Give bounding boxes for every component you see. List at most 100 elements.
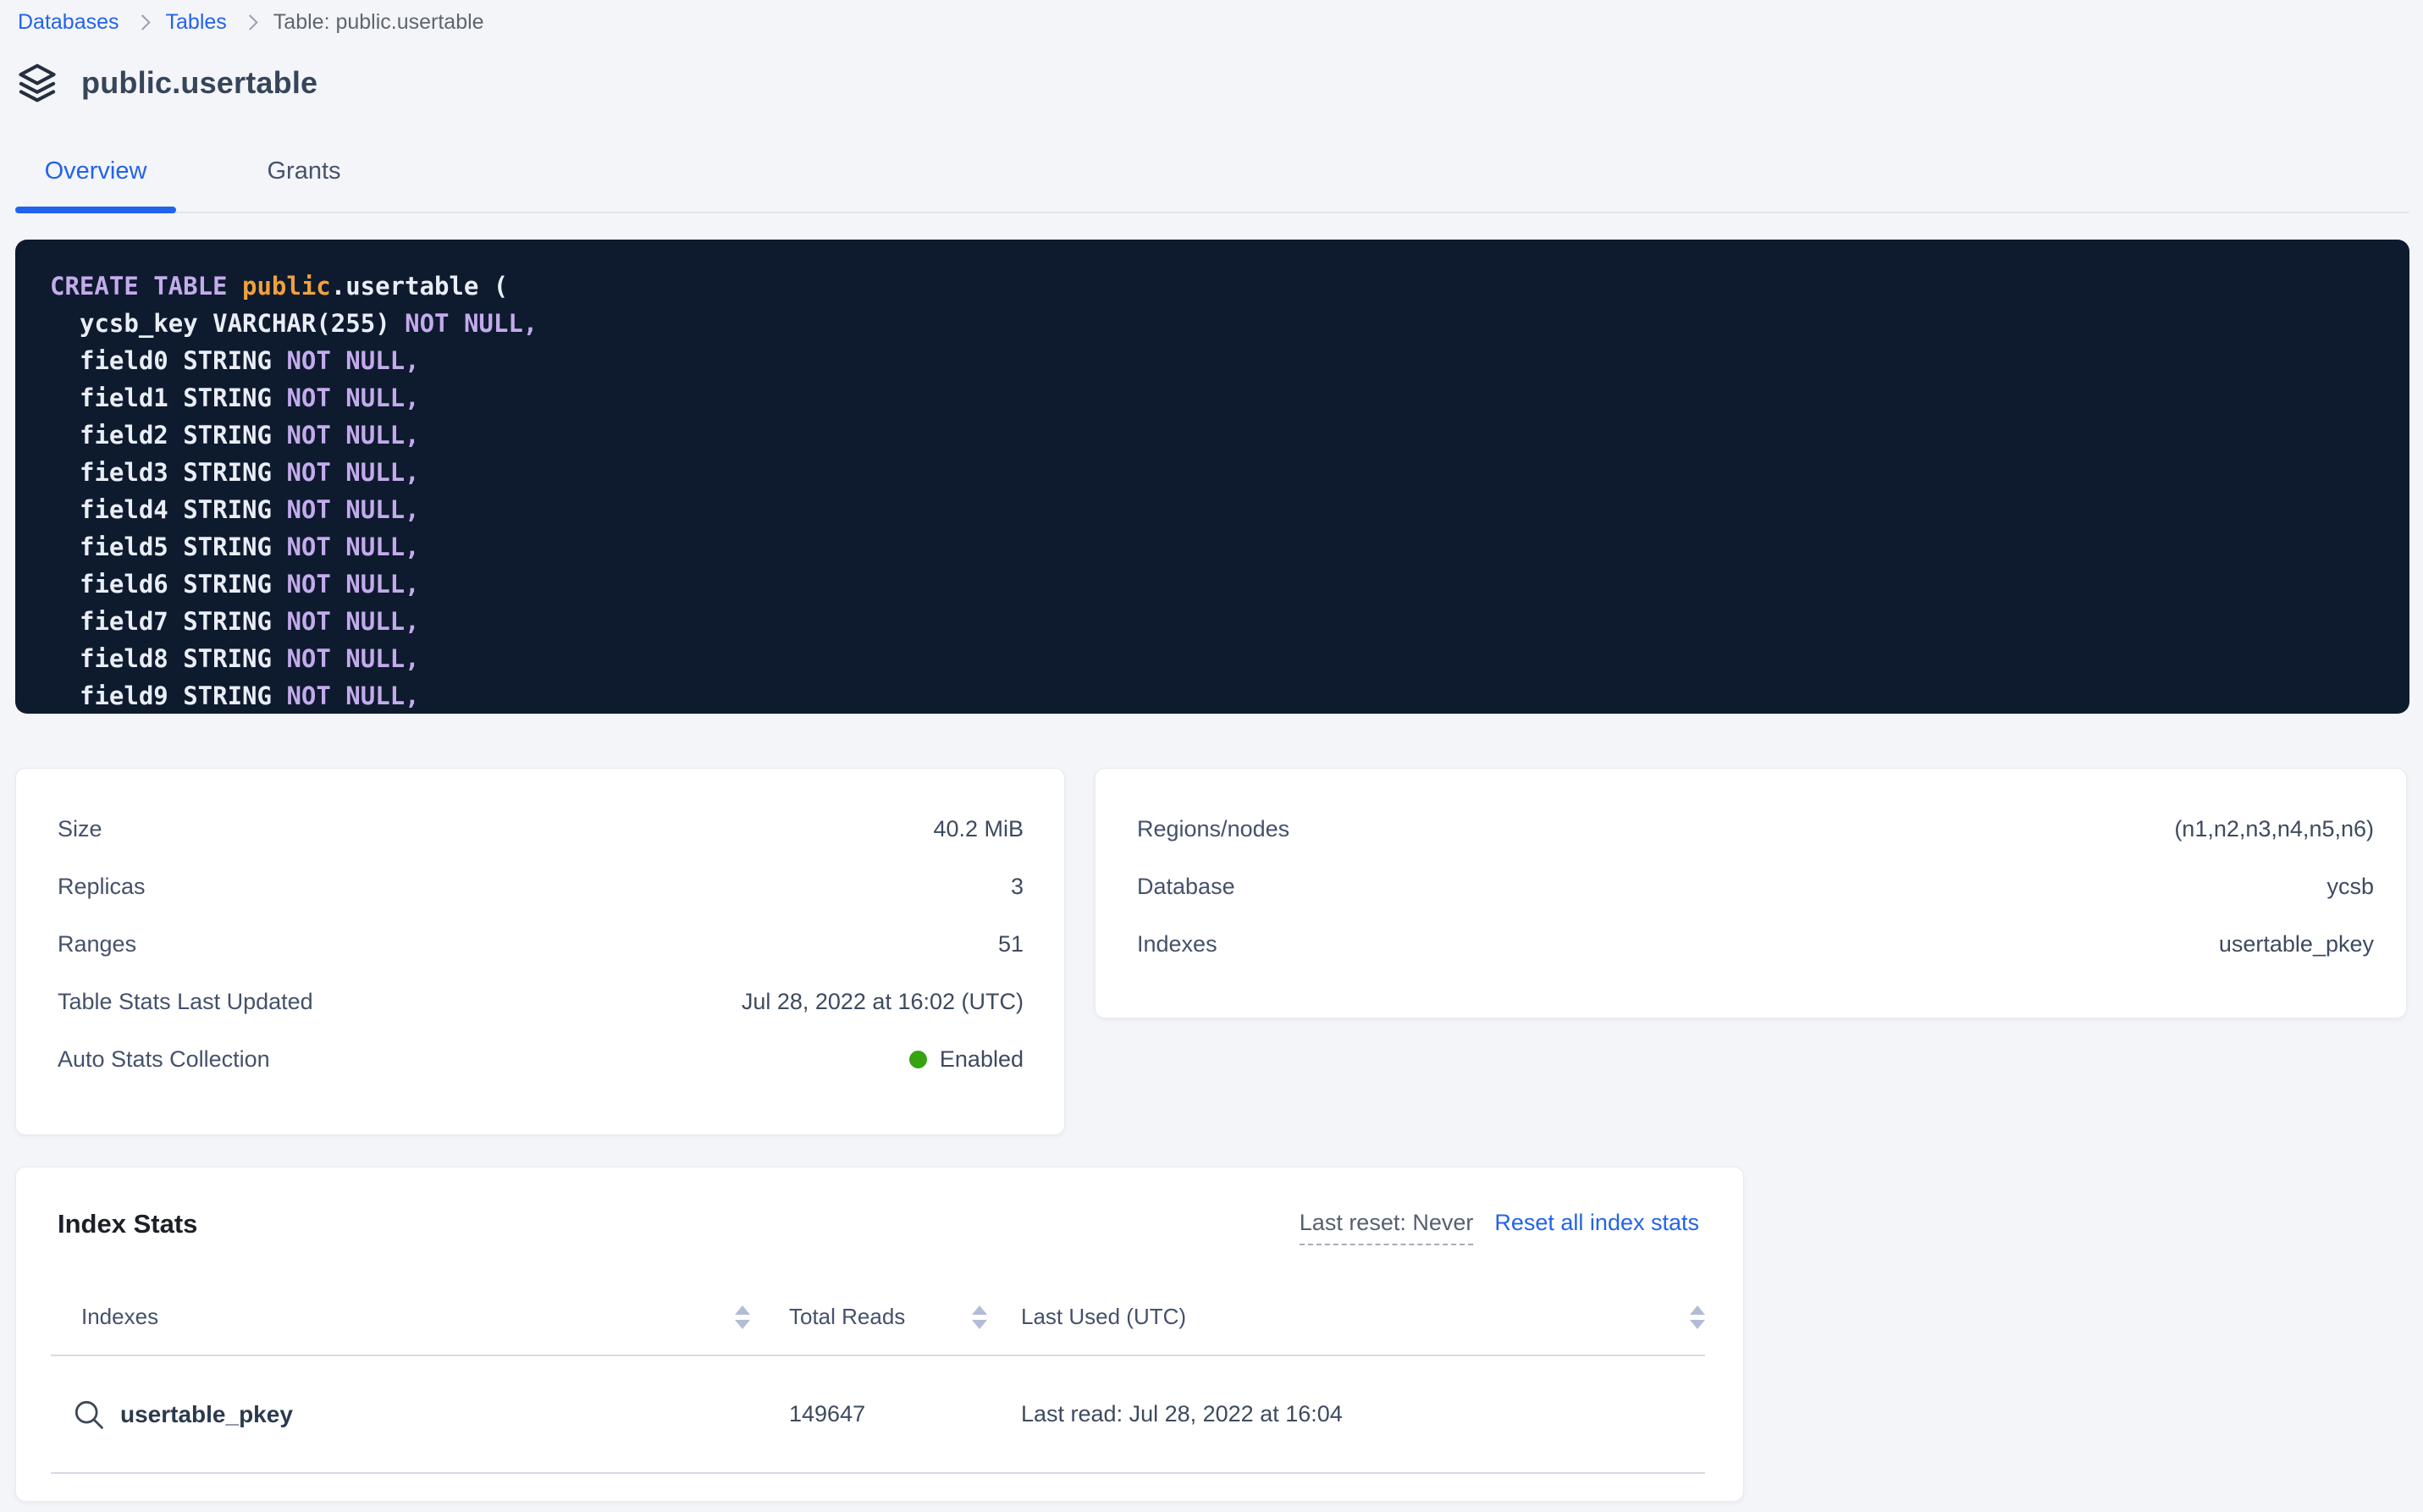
tab-bar: Overview Grants xyxy=(15,157,369,185)
sql-column-def: field8 STRING xyxy=(80,644,286,673)
sql-keyword: NOT NULL, xyxy=(286,458,419,487)
reset-all-index-stats-link[interactable]: Reset all index stats xyxy=(1494,1210,1699,1236)
table-stack-icon xyxy=(15,61,59,105)
stat-row-replicas: Replicas 3 xyxy=(16,858,1064,915)
sort-icon[interactable] xyxy=(1690,1305,1705,1329)
sql-column-def: ycsb_key VARCHAR(255) xyxy=(80,309,405,338)
sql-keyword: NOT NULL, xyxy=(286,570,419,599)
stat-value: ycsb xyxy=(2326,874,2374,900)
stat-row-size: Size 40.2 MiB xyxy=(16,800,1064,858)
last-used-value: Last read: Jul 28, 2022 at 16:04 xyxy=(1021,1401,1343,1427)
sql-line: field7 STRING NOT NULL, xyxy=(50,603,2409,640)
sql-line: field6 STRING NOT NULL, xyxy=(50,566,2409,603)
sql-line: field5 STRING NOT NULL, xyxy=(50,528,2409,566)
sql-column-def: field0 STRING xyxy=(80,346,286,375)
breadcrumb-databases[interactable]: Databases xyxy=(18,10,119,35)
last-reset-label: Last reset: Never xyxy=(1300,1210,1474,1245)
status-text: Enabled xyxy=(940,1046,1024,1073)
table-location-card: Regions/nodes (n1,n2,n3,n4,n5,n6) Databa… xyxy=(1095,768,2407,1018)
sql-keyword: NOT NULL, xyxy=(286,346,419,375)
status-enabled-dot-icon xyxy=(909,1051,927,1068)
stat-value: Jul 28, 2022 at 16:02 (UTC) xyxy=(742,989,1024,1015)
last-used-cell: Last read: Jul 28, 2022 at 16:04 xyxy=(1004,1401,1705,1427)
stat-value: (n1,n2,n3,n4,n5,n6) xyxy=(2174,816,2374,842)
stat-row-stats-updated: Table Stats Last Updated Jul 28, 2022 at… xyxy=(16,973,1064,1030)
total-reads-value: 149647 xyxy=(789,1401,865,1427)
index-stats-card: Index Stats Last reset: Never Reset all … xyxy=(15,1167,1744,1502)
sql-schema-name: public xyxy=(242,272,331,301)
breadcrumb-tables[interactable]: Tables xyxy=(166,10,227,35)
stat-label: Regions/nodes xyxy=(1137,816,1289,842)
index-stats-table-header: Indexes Total Reads Last Used (UTC) xyxy=(51,1279,1705,1356)
sql-line: ycsb_key VARCHAR(255) NOT NULL, xyxy=(50,305,2409,342)
sql-line: field0 STRING NOT NULL, xyxy=(50,342,2409,379)
chevron-right-icon xyxy=(135,14,150,30)
sql-keyword: NOT NULL, xyxy=(286,421,419,450)
column-label: Total Reads xyxy=(789,1304,905,1330)
column-label: Last Used (UTC) xyxy=(1021,1304,1186,1330)
stat-value: 3 xyxy=(1011,874,1024,900)
stat-label: Size xyxy=(58,816,102,842)
stat-row-regions: Regions/nodes (n1,n2,n3,n4,n5,n6) xyxy=(1096,800,2406,858)
stat-label: Table Stats Last Updated xyxy=(58,989,313,1015)
column-header-indexes[interactable]: Indexes xyxy=(81,1304,750,1330)
index-stats-actions: Last reset: Never Reset all index stats xyxy=(1300,1210,1699,1245)
sql-line: field9 STRING NOT NULL, xyxy=(50,677,2409,714)
column-header-last-used[interactable]: Last Used (UTC) xyxy=(1004,1304,1705,1330)
column-label: Indexes xyxy=(81,1304,158,1330)
sql-column-def: field9 STRING xyxy=(80,682,286,710)
table-details-card: Size 40.2 MiB Replicas 3 Ranges 51 Table… xyxy=(15,768,1065,1135)
sql-column-def: field5 STRING xyxy=(80,533,286,561)
sql-line: field1 STRING NOT NULL, xyxy=(50,379,2409,417)
stat-row-indexes: Indexes usertable_pkey xyxy=(1096,915,2406,973)
index-name-wrap: usertable_pkey xyxy=(81,1397,293,1432)
tab-overview[interactable]: Overview xyxy=(15,157,176,185)
stat-row-auto-stats: Auto Stats Collection Enabled xyxy=(16,1030,1064,1088)
page-header: public.usertable xyxy=(15,61,317,105)
sql-line: field2 STRING NOT NULL, xyxy=(50,417,2409,454)
active-tab-underline xyxy=(15,207,176,213)
sql-keyword: NOT NULL, xyxy=(405,309,538,338)
sort-icon[interactable] xyxy=(735,1305,750,1329)
stat-row-database: Database ycsb xyxy=(1096,858,2406,915)
page-title: public.usertable xyxy=(81,65,317,101)
sql-line: field3 STRING NOT NULL, xyxy=(50,454,2409,491)
search-icon xyxy=(71,1397,107,1432)
stat-value: usertable_pkey xyxy=(2219,931,2374,957)
index-name: usertable_pkey xyxy=(120,1401,293,1428)
tab-grants[interactable]: Grants xyxy=(239,157,369,185)
sql-keyword: NOT NULL, xyxy=(286,644,419,673)
sql-column-def: field2 STRING xyxy=(80,421,286,450)
index-stats-table-row[interactable]: usertable_pkey 149647 Last read: Jul 28,… xyxy=(51,1356,1705,1474)
sql-line: field4 STRING NOT NULL, xyxy=(50,491,2409,528)
sql-keyword: CREATE TABLE xyxy=(50,272,242,301)
sql-keyword: NOT NULL, xyxy=(286,607,419,636)
sql-line: CREATE TABLE public.usertable ( xyxy=(50,268,2409,305)
stat-value: 51 xyxy=(998,931,1024,957)
status-value: Enabled xyxy=(909,1046,1024,1073)
index-name-cell: usertable_pkey xyxy=(81,1397,750,1432)
stat-value: 40.2 MiB xyxy=(933,816,1024,842)
sql-column-def: field3 STRING xyxy=(80,458,286,487)
sql-line: field8 STRING NOT NULL, xyxy=(50,640,2409,677)
breadcrumb-current: Table: public.usertable xyxy=(273,10,484,35)
table-detail-page: Databases Tables Table: public.usertable… xyxy=(0,0,2423,1512)
sql-column-def: field1 STRING xyxy=(80,384,286,412)
stat-label: Auto Stats Collection xyxy=(58,1046,270,1073)
stat-label: Indexes xyxy=(1137,931,1217,957)
stat-label: Replicas xyxy=(58,874,146,900)
sort-icon[interactable] xyxy=(972,1305,987,1329)
sql-keyword: NOT NULL, xyxy=(286,495,419,524)
sql-keyword: NOT NULL, xyxy=(286,533,419,561)
index-stats-title: Index Stats xyxy=(58,1207,197,1241)
sql-column-def: field4 STRING xyxy=(80,495,286,524)
sql-column-def: field7 STRING xyxy=(80,607,286,636)
sql-keyword: NOT NULL, xyxy=(286,384,419,412)
sql-column-def: field6 STRING xyxy=(80,570,286,599)
sql-keyword: NOT NULL, xyxy=(286,682,419,710)
sql-table-name: .usertable ( xyxy=(331,272,509,301)
stat-row-ranges: Ranges 51 xyxy=(16,915,1064,973)
column-header-total-reads[interactable]: Total Reads xyxy=(750,1304,1004,1330)
breadcrumb: Databases Tables Table: public.usertable xyxy=(18,7,484,37)
chevron-right-icon xyxy=(242,14,257,30)
